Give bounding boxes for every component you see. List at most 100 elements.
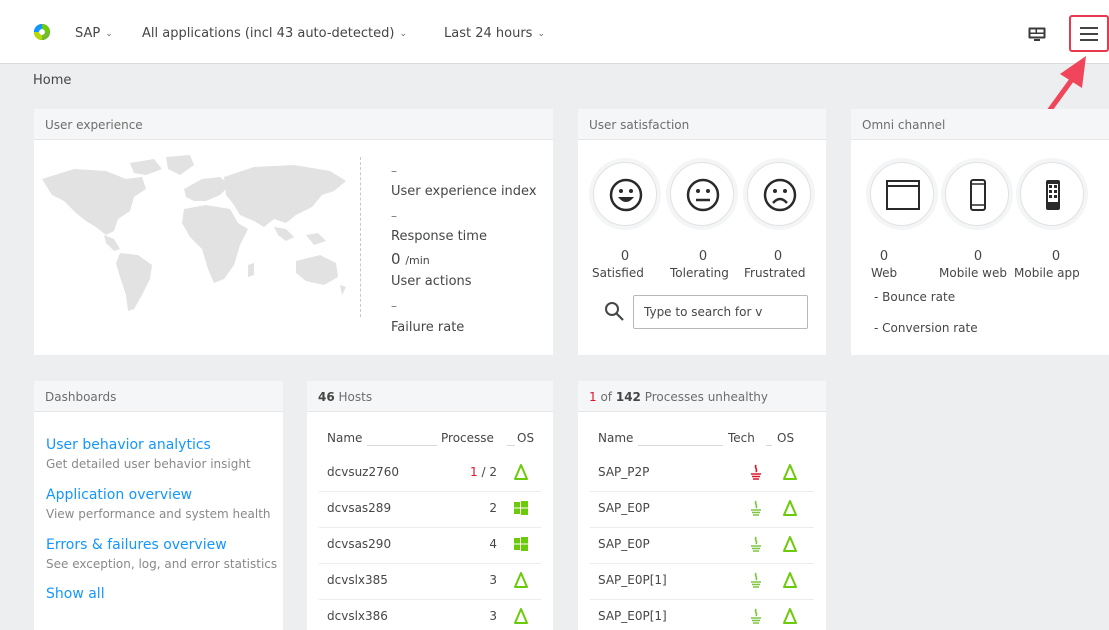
satisfied-count: 0 xyxy=(620,249,630,264)
dynatrace-logo-icon[interactable] xyxy=(33,23,51,41)
section-divider xyxy=(360,157,361,317)
process-name[interactable]: SAP_E0P[1] xyxy=(598,609,667,623)
hamburger-line xyxy=(1080,33,1098,35)
frustrated-face-icon xyxy=(763,178,797,212)
table-row[interactable]: SAP_E0P xyxy=(578,528,826,564)
column-header-processes[interactable]: Processe xyxy=(441,431,494,445)
user-actions-value: 0 /min xyxy=(391,250,430,268)
table-row[interactable]: dcvsas289 2 xyxy=(307,492,553,528)
tile-title: Dashboards xyxy=(34,381,283,412)
omni-channel-tile[interactable]: Omni channel 0 0 0 Web Mobile web Mobile… xyxy=(851,109,1109,355)
user-actions-unit: /min xyxy=(405,254,430,267)
hosts-tile[interactable]: 46 Hosts Name Processe OS dcvsuz2760 1 / … xyxy=(307,381,553,630)
web-count: 0 xyxy=(879,249,889,264)
app-selector-dropdown[interactable]: SAP ⌄ xyxy=(75,26,113,41)
timeframe-label: Last 24 hours xyxy=(444,26,533,41)
header-underline xyxy=(638,445,723,446)
mobile-app-channel-circle[interactable] xyxy=(1020,162,1084,226)
tolerating-face-icon xyxy=(686,178,720,212)
column-header-name[interactable]: Name xyxy=(327,431,362,445)
tile-title: 46 Hosts xyxy=(307,381,553,412)
main-menu-button[interactable] xyxy=(1069,15,1109,52)
mobile-app-count: 0 xyxy=(1051,249,1061,264)
table-row[interactable]: SAP_E0P xyxy=(578,492,826,528)
user-experience-tile[interactable]: User experience – User experience index … xyxy=(34,109,553,355)
browser-window-icon xyxy=(886,180,920,210)
process-name[interactable]: SAP_E0P xyxy=(598,537,650,551)
frustrated-label: Frustrated xyxy=(744,266,806,280)
host-processes: 1 / 2 xyxy=(470,465,497,479)
processes-total: 142 xyxy=(615,390,641,404)
table-row[interactable]: dcvslx385 3 xyxy=(307,564,553,600)
host-name[interactable]: dcvsuz2760 xyxy=(327,465,399,479)
search-icon[interactable] xyxy=(604,301,626,323)
linux-os-icon xyxy=(514,464,528,480)
host-processes: 2 xyxy=(489,501,497,515)
column-header-tech[interactable]: Tech xyxy=(728,431,755,445)
host-name[interactable]: dcvslx385 xyxy=(327,573,388,587)
show-all-link[interactable]: Show all xyxy=(46,586,105,602)
applications-filter-dropdown[interactable]: All applications (incl 43 auto-detected)… xyxy=(142,26,407,41)
dashboard-monitor-icon[interactable] xyxy=(1028,27,1046,41)
table-row[interactable]: dcvsas290 4 xyxy=(307,528,553,564)
dashboards-tile: Dashboards User behavior analytics Get d… xyxy=(34,381,283,630)
column-header-os[interactable]: OS xyxy=(517,431,534,445)
dashboard-link-errors-failures[interactable]: Errors & failures overview xyxy=(46,537,227,553)
processes-title: Processes unhealthy xyxy=(640,390,768,404)
tile-title: 1 of 142 Processes unhealthy xyxy=(578,381,826,412)
table-row[interactable]: dcvsuz2760 1 / 2 xyxy=(307,456,553,492)
process-name[interactable]: SAP_E0P[1] xyxy=(598,573,667,587)
user-satisfaction-tile[interactable]: User satisfaction 0 0 0 Satisfied Tolera… xyxy=(578,109,826,355)
host-name[interactable]: dcvslx386 xyxy=(327,609,388,623)
host-name[interactable]: dcvsas289 xyxy=(327,501,391,515)
satisfied-face-icon xyxy=(609,178,643,212)
ux-index-label[interactable]: User experience index xyxy=(391,184,537,199)
web-channel-circle[interactable] xyxy=(870,162,934,226)
tolerating-count: 0 xyxy=(698,249,708,264)
hosts-count: 46 xyxy=(318,390,335,404)
user-actions-label[interactable]: User actions xyxy=(391,274,472,289)
mobile-web-count: 0 xyxy=(973,249,983,264)
column-header-os[interactable]: OS xyxy=(777,431,794,445)
host-processes: 4 xyxy=(489,537,497,551)
chevron-down-icon: ⌄ xyxy=(105,29,113,39)
host-processes: 3 xyxy=(489,573,497,587)
mobile-web-channel-circle[interactable] xyxy=(945,162,1009,226)
conversion-rate-label[interactable]: - Conversion rate xyxy=(874,321,978,335)
linux-os-icon xyxy=(783,608,797,624)
header-underline xyxy=(507,445,515,446)
linux-os-icon xyxy=(783,536,797,552)
bounce-rate-label[interactable]: - Bounce rate xyxy=(874,290,955,304)
frustrated-circle[interactable] xyxy=(747,162,811,226)
title-of: of xyxy=(596,390,616,404)
failure-rate-value: – xyxy=(391,299,397,313)
world-map-icon xyxy=(42,155,346,311)
processes-tile[interactable]: 1 of 142 Processes unhealthy Name Tech O… xyxy=(578,381,826,630)
response-time-label[interactable]: Response time xyxy=(391,229,487,244)
linux-os-icon xyxy=(514,572,528,588)
failure-rate-label[interactable]: Failure rate xyxy=(391,320,464,335)
table-row[interactable]: SAP_P2P xyxy=(578,456,826,492)
process-name[interactable]: SAP_P2P xyxy=(598,465,649,479)
timeframe-dropdown[interactable]: Last 24 hours ⌄ xyxy=(444,26,545,41)
tolerating-circle[interactable] xyxy=(670,162,734,226)
mobile-web-label: Mobile web xyxy=(939,266,1007,280)
user-search-input[interactable] xyxy=(633,295,808,329)
satisfied-circle[interactable] xyxy=(593,162,657,226)
dashboard-link-user-behavior[interactable]: User behavior analytics xyxy=(46,437,211,453)
tile-title: Omni channel xyxy=(851,109,1109,140)
table-row[interactable]: SAP_E0P[1] xyxy=(578,600,826,630)
breadcrumb[interactable]: Home xyxy=(33,73,71,88)
process-name[interactable]: SAP_E0P xyxy=(598,501,650,515)
mobile-app-icon xyxy=(1046,180,1060,210)
dashboard-link-application-overview[interactable]: Application overview xyxy=(46,487,192,503)
linux-os-icon xyxy=(783,464,797,480)
table-row[interactable]: dcvslx386 3 xyxy=(307,600,553,630)
host-processes: 3 xyxy=(489,609,497,623)
host-name[interactable]: dcvsas290 xyxy=(327,537,391,551)
column-header-name[interactable]: Name xyxy=(598,431,633,445)
java-tech-icon xyxy=(749,608,763,624)
ux-index-value: – xyxy=(391,164,397,178)
dashboard-description: Get detailed user behavior insight xyxy=(46,457,251,471)
table-row[interactable]: SAP_E0P[1] xyxy=(578,564,826,600)
